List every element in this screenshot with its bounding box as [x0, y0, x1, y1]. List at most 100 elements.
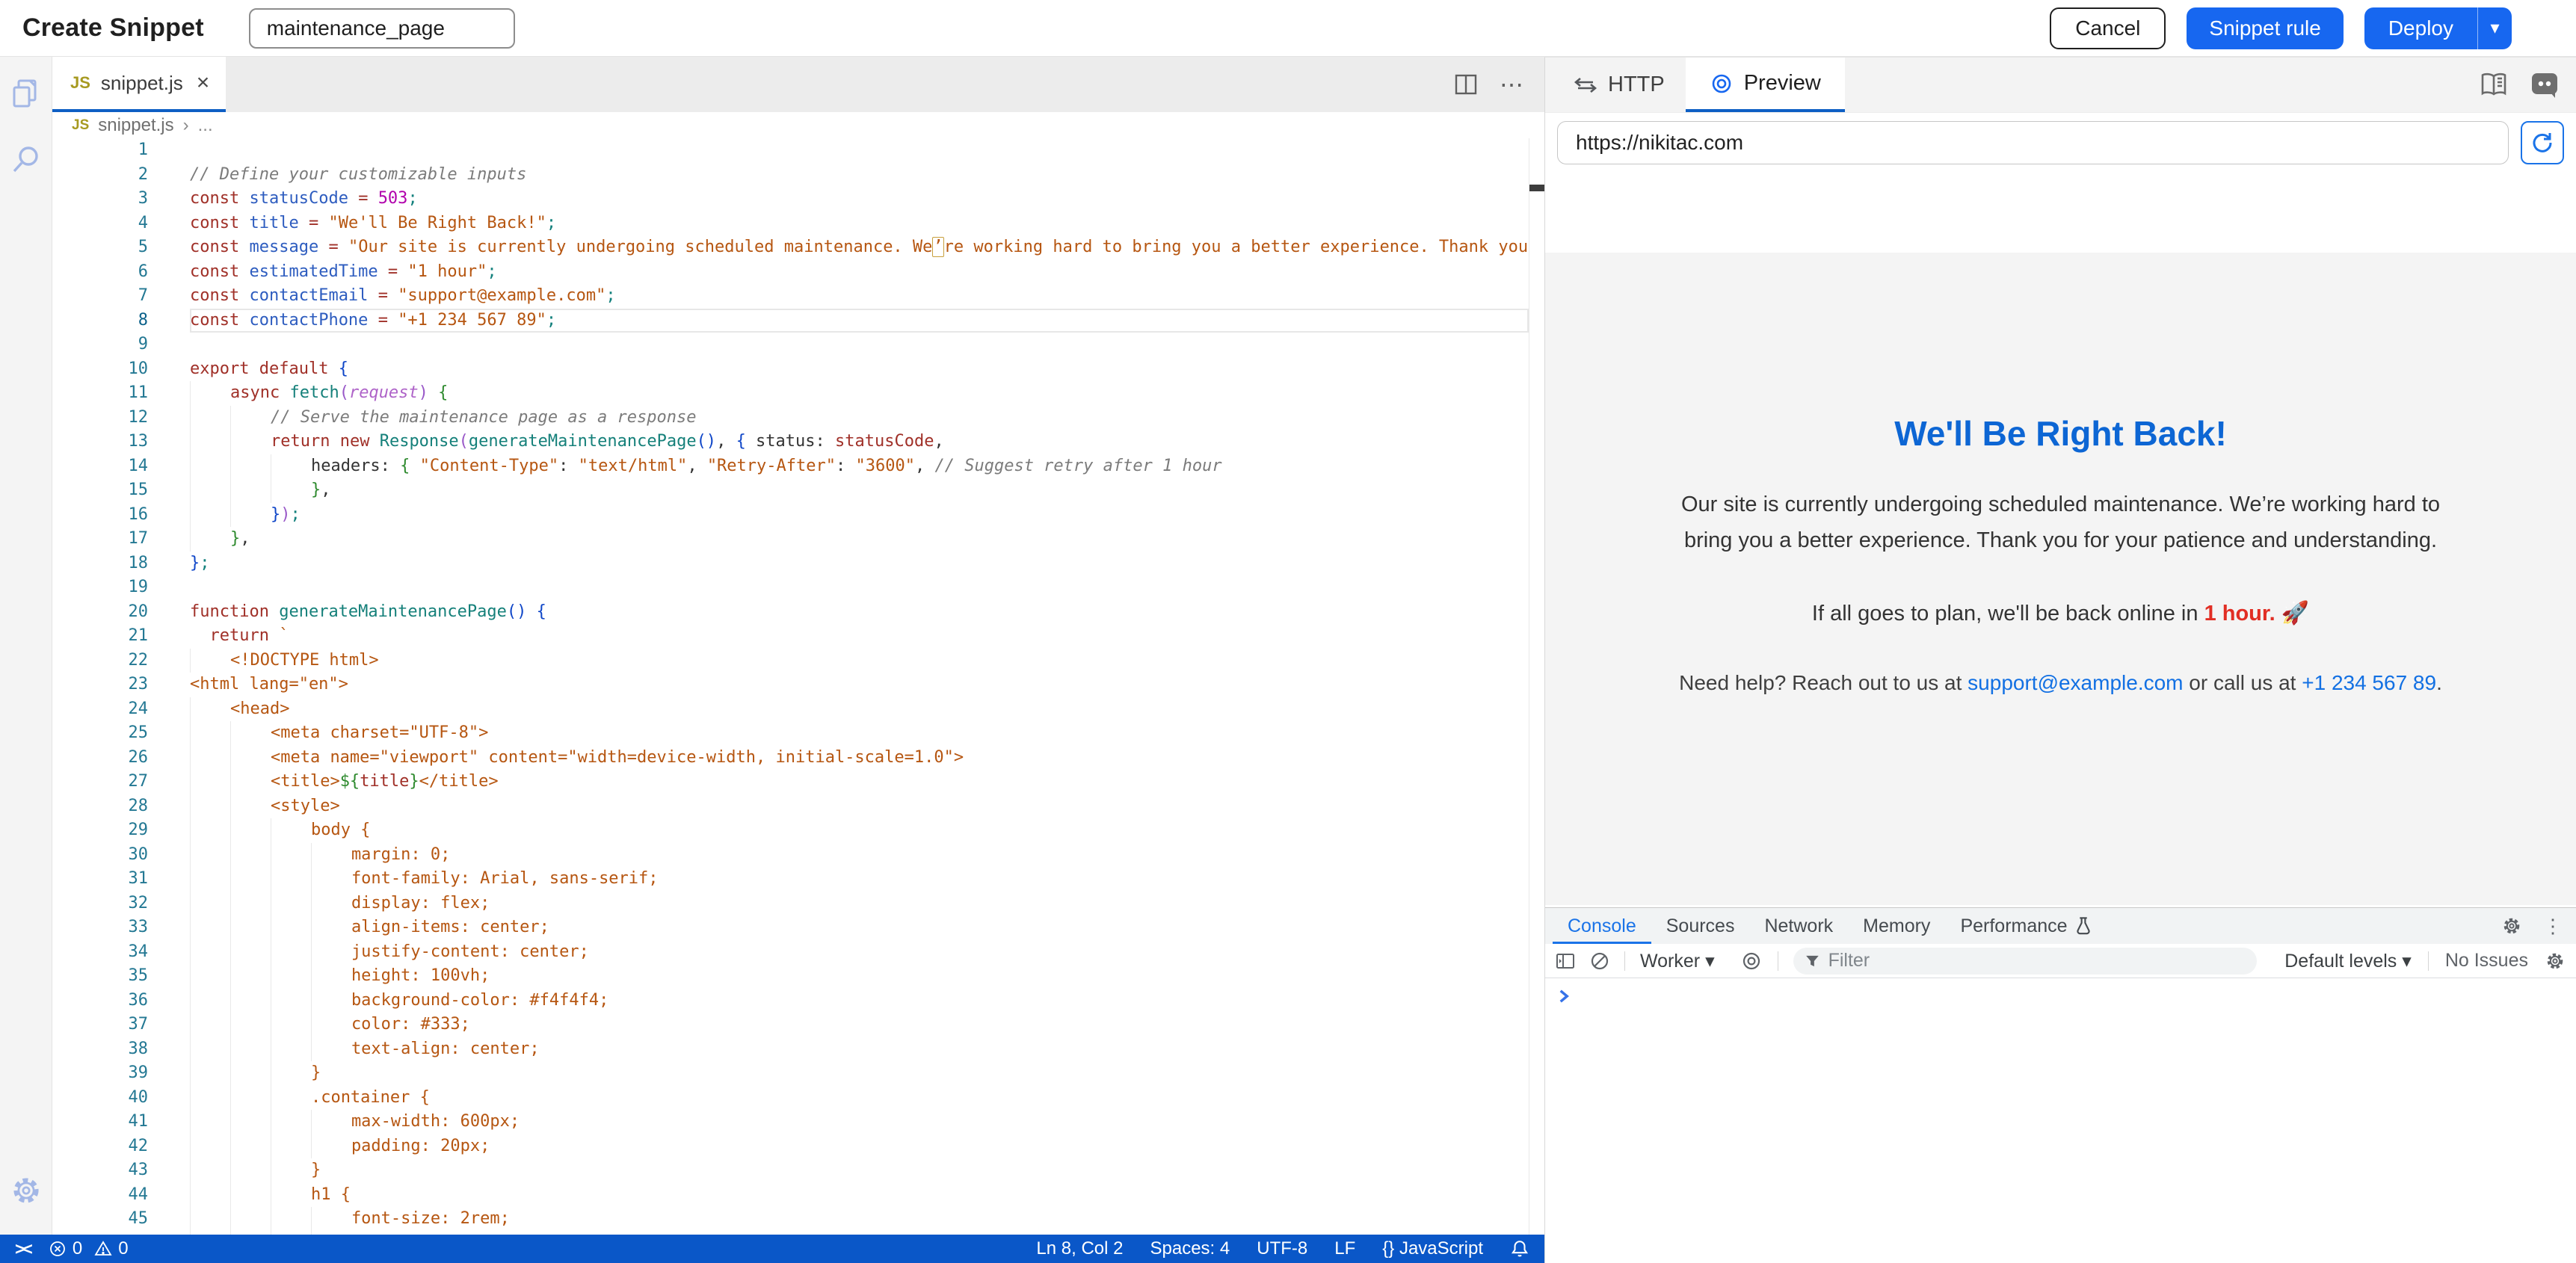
devtools-settings-gear-icon[interactable]: [2501, 915, 2522, 936]
preview-tab-bar: HTTP Preview: [1545, 58, 2576, 113]
line-number: 18: [52, 552, 148, 576]
javascript-file-icon: JS: [70, 73, 90, 93]
console-prompt[interactable]: [1545, 978, 2576, 1018]
devtools-kebab-icon[interactable]: ⋮: [2543, 915, 2563, 938]
preview-viewport: We'll Be Right Back! Our site is current…: [1545, 253, 2576, 905]
console-toolbar: Worker ▾ Default levels ▾: [1545, 944, 2576, 978]
breadcrumb: JS snippet.js › ...: [52, 112, 1544, 139]
problems-indicator[interactable]: 0 0: [49, 1238, 129, 1259]
help-suffix: .: [2436, 671, 2442, 694]
cancel-button[interactable]: Cancel: [2050, 7, 2166, 49]
remote-indicator-icon[interactable]: ><: [15, 1239, 31, 1259]
line-number: 24: [52, 697, 148, 722]
tab-performance[interactable]: Performance: [1945, 908, 2106, 944]
breadcrumb-file[interactable]: snippet.js: [98, 115, 173, 136]
javascript-file-icon: JS: [72, 117, 89, 134]
line-number: 27: [52, 770, 148, 794]
eol-setting[interactable]: LF: [1334, 1238, 1355, 1259]
back-online-line: If all goes to plan, we'll be back onlin…: [1657, 600, 2465, 626]
console-sidebar-icon[interactable]: [1556, 952, 1575, 970]
snippet-name-input[interactable]: [249, 8, 515, 49]
line-number: 36: [52, 989, 148, 1013]
code-line: 1: [52, 138, 1529, 163]
tab-memory[interactable]: Memory: [1848, 908, 1945, 944]
prompt-chevron-icon: [1557, 989, 1571, 1004]
line-number: 20: [52, 600, 148, 625]
filter-input[interactable]: [1828, 950, 2245, 972]
tab-sources[interactable]: Sources: [1651, 908, 1750, 944]
preview-url-bar: [1545, 113, 2576, 173]
log-levels-selector[interactable]: Default levels ▾: [2284, 950, 2412, 972]
tab-snippet-js[interactable]: JS snippet.js ×: [52, 57, 226, 112]
line-number: 43: [52, 1158, 148, 1183]
deploy-button[interactable]: Deploy: [2364, 7, 2477, 49]
line-number: 28: [52, 794, 148, 819]
line-number: 1: [52, 138, 148, 163]
close-tab-icon[interactable]: ×: [197, 72, 210, 94]
url-input[interactable]: [1557, 121, 2509, 164]
issues-counter[interactable]: No Issues: [2445, 950, 2528, 972]
line-number: 4: [52, 211, 148, 236]
preview-header-icons: [2479, 58, 2560, 113]
line-number: 5: [52, 235, 148, 260]
preview-panel: HTTP Preview: [1544, 57, 2576, 1263]
snippet-rule-button[interactable]: Snippet rule: [2187, 7, 2343, 49]
tab-console[interactable]: Console: [1553, 908, 1651, 944]
deploy-split-button: Deploy ▾: [2364, 7, 2512, 49]
code-line: 30 margin: 0;: [52, 843, 1529, 868]
line-number: 9: [52, 333, 148, 357]
tab-network[interactable]: Network: [1749, 908, 1848, 944]
code-line: 32 display: flex;: [52, 892, 1529, 916]
phone-link[interactable]: +1 234 567 89: [2302, 671, 2436, 694]
console-filter[interactable]: [1793, 948, 2257, 975]
code-line: 45 font-size: 2rem;: [52, 1207, 1529, 1232]
code-line: 23<html lang="en">: [52, 673, 1529, 697]
code-line: 34 justify-content: center;: [52, 940, 1529, 965]
console-settings-gear-icon[interactable]: [2545, 951, 2566, 972]
code-line: 35 height: 100vh;: [52, 964, 1529, 989]
docs-book-icon[interactable]: [2479, 72, 2509, 99]
line-number: 45: [52, 1207, 148, 1232]
breadcrumb-symbol[interactable]: ...: [198, 115, 213, 136]
execution-context-selector[interactable]: Worker ▾: [1640, 950, 1715, 972]
line-number: 33: [52, 915, 148, 940]
help-middle: or call us at: [2184, 671, 2302, 694]
line-number: 34: [52, 940, 148, 965]
toolbar-divider: [2428, 951, 2429, 971]
encoding-setting[interactable]: UTF-8: [1257, 1238, 1307, 1259]
tab-network-label: Network: [1764, 915, 1833, 937]
discord-chat-icon[interactable]: [2530, 71, 2560, 99]
line-number: 41: [52, 1110, 148, 1134]
editor-scrollbar[interactable]: [1529, 138, 1544, 1235]
line-number: 11: [52, 381, 148, 406]
tab-preview[interactable]: Preview: [1686, 58, 1845, 112]
settings-gear-icon[interactable]: [9, 1173, 43, 1208]
more-actions-icon[interactable]: ⋯: [1500, 70, 1525, 99]
line-number: 12: [52, 406, 148, 430]
line-number: 44: [52, 1183, 148, 1208]
language-mode[interactable]: {} JavaScript: [1382, 1238, 1483, 1259]
code-line: 19: [52, 575, 1529, 600]
search-icon[interactable]: [9, 142, 43, 176]
warning-count: 0: [118, 1238, 128, 1259]
back-online-prefix: If all goes to plan, we'll be back onlin…: [1812, 602, 2204, 626]
create-snippet-app: Create Snippet Cancel Snippet rule Deplo…: [0, 0, 2576, 1263]
line-number: 23: [52, 673, 148, 697]
support-email-link[interactable]: support@example.com: [1968, 671, 2183, 694]
line-number: 13: [52, 430, 148, 454]
line-number: 37: [52, 1013, 148, 1037]
indentation-setting[interactable]: Spaces: 4: [1150, 1238, 1230, 1259]
maintenance-page: We'll Be Right Back! Our site is current…: [1657, 413, 2465, 695]
clear-console-icon[interactable]: [1590, 951, 1609, 971]
notifications-bell-icon[interactable]: [1510, 1239, 1529, 1259]
split-editor-icon[interactable]: [1455, 74, 1477, 95]
code-line: 43 }: [52, 1158, 1529, 1183]
tab-http[interactable]: HTTP: [1553, 58, 1686, 112]
deploy-dropdown-arrow-icon[interactable]: ▾: [2477, 7, 2512, 49]
code-line: 36 background-color: #f4f4f4;: [52, 989, 1529, 1013]
cursor-position[interactable]: Ln 8, Col 2: [1036, 1238, 1123, 1259]
files-icon[interactable]: [9, 76, 43, 111]
reload-button[interactable]: [2521, 121, 2564, 164]
code-editor[interactable]: 12// Define your customizable inputs3con…: [52, 138, 1529, 1235]
live-expression-eye-icon[interactable]: [1740, 952, 1763, 970]
